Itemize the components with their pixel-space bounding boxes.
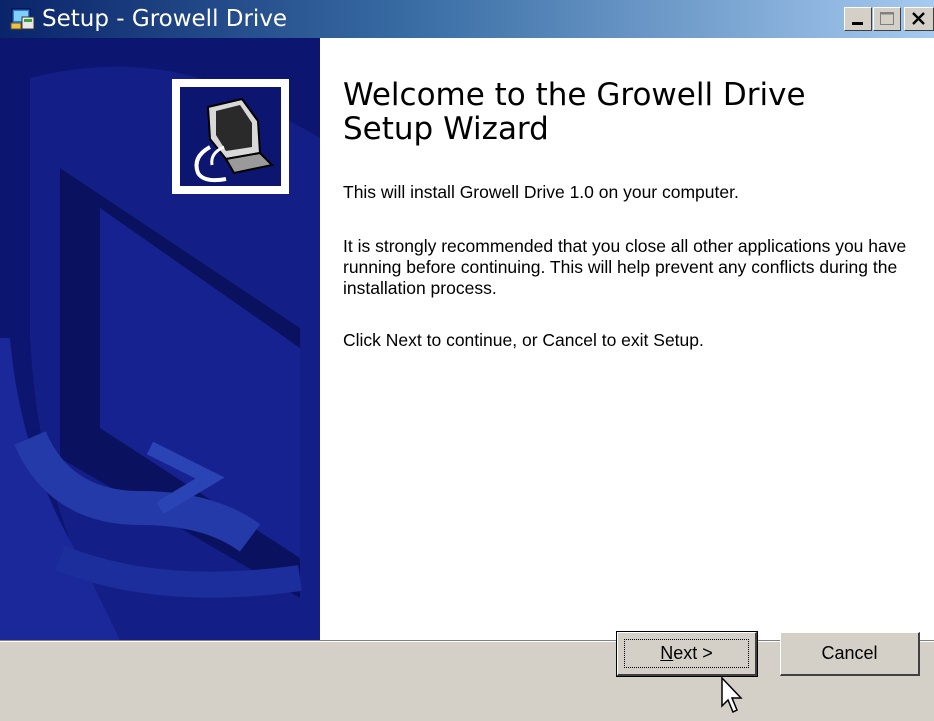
wizard-heading: Welcome to the Growell Drive Setup Wizar… (343, 77, 806, 147)
install-info-text: This will install Growell Drive 1.0 on y… (343, 182, 739, 202)
cancel-button[interactable]: Cancel (780, 632, 920, 676)
maximize-button[interactable] (873, 7, 901, 31)
focus-rectangle (624, 639, 749, 668)
minimize-button[interactable] (844, 7, 872, 31)
window-title: Setup - Growell Drive (42, 6, 288, 32)
maximize-icon (880, 12, 894, 25)
title-bar[interactable]: Setup - Growell Drive (0, 0, 934, 38)
wizard-logo (172, 79, 289, 194)
minimize-icon (852, 22, 863, 25)
computer-install-icon (194, 97, 275, 183)
setup-app-icon[interactable] (10, 7, 36, 31)
setup-window: Setup - Growell Drive Welcome to the Gro… (0, 0, 934, 721)
next-button[interactable]: Next > (616, 631, 758, 677)
recommendation-text: It is strongly recommended that you clos… (343, 236, 907, 298)
close-button[interactable] (904, 7, 934, 31)
mouse-cursor-icon (721, 676, 743, 714)
instruction-text: Click Next to continue, or Cancel to exi… (343, 330, 704, 350)
close-icon (912, 12, 925, 25)
